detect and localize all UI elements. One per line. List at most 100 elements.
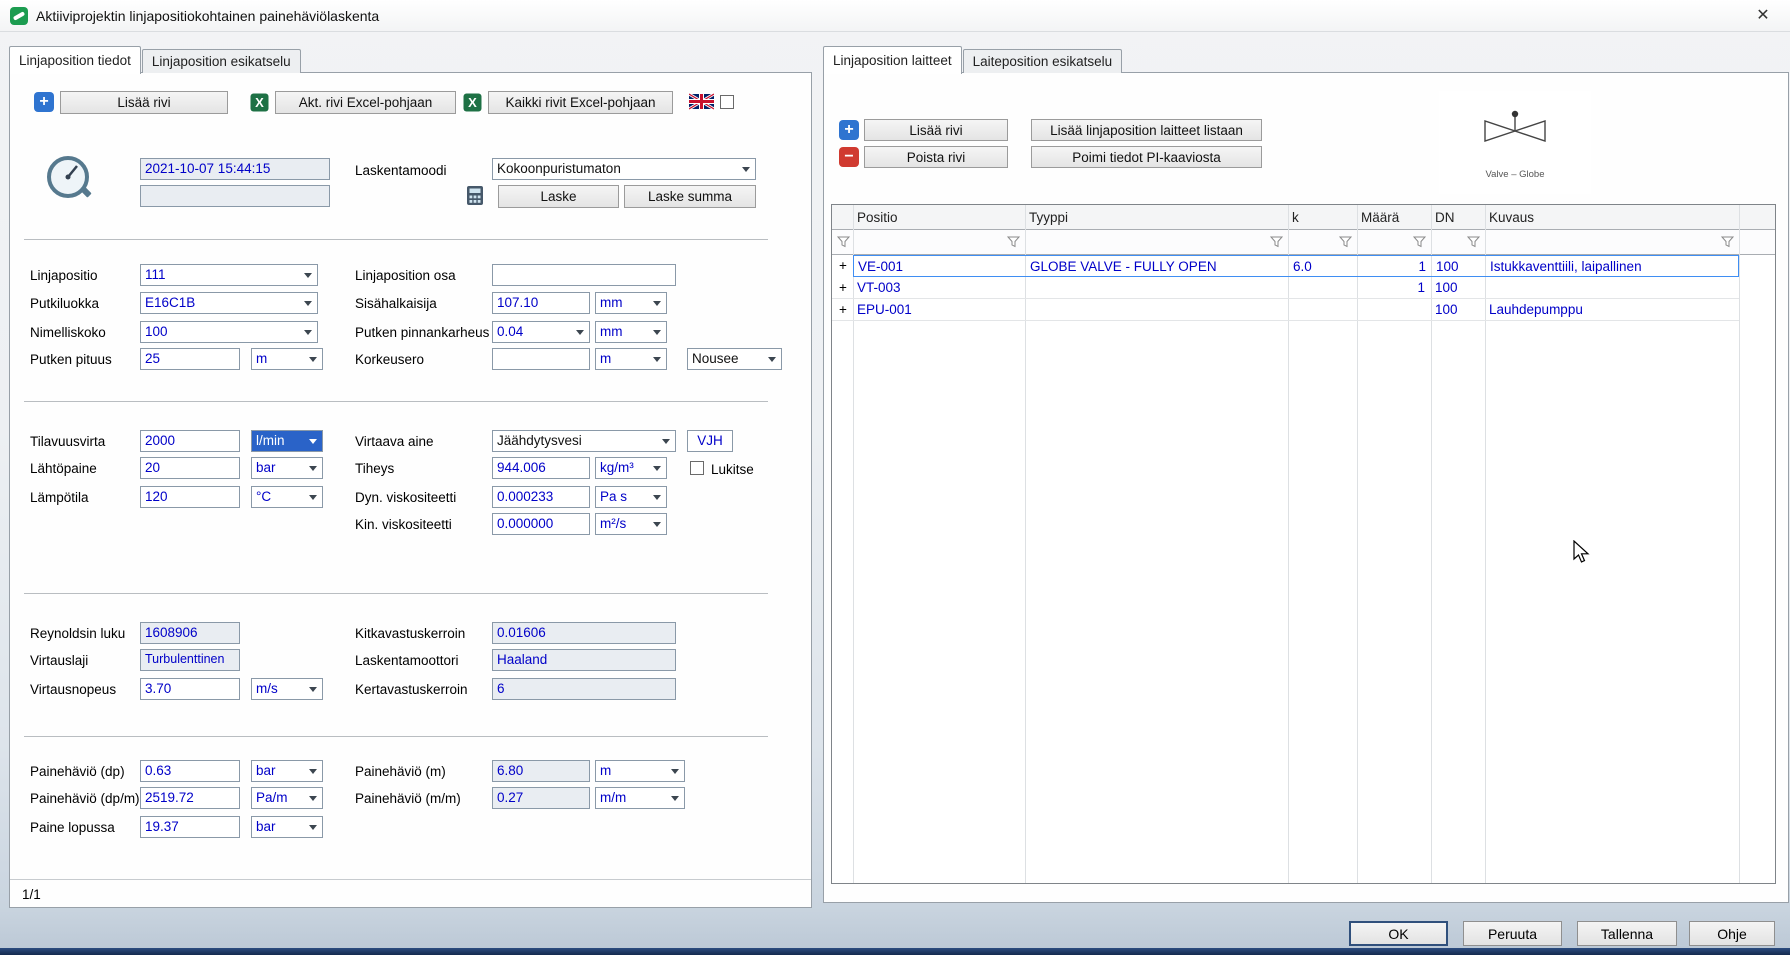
putken-pituus-field[interactable]: 25: [140, 348, 240, 370]
column-header-positio[interactable]: Positio: [857, 210, 898, 225]
tilavuusvirta-field[interactable]: 2000: [140, 430, 240, 452]
korkeusero-label: Korkeusero: [355, 351, 424, 368]
remove-device-row-button[interactable]: Poista rivi: [864, 146, 1008, 168]
linjaposition-osa-field[interactable]: [492, 264, 676, 286]
fluid-code-field: VJH: [687, 430, 733, 452]
paine-lopussa-field[interactable]: 19.37: [140, 816, 240, 838]
sisahalkaisija-unit-select[interactable]: mm: [595, 292, 667, 314]
pick-from-pid-button[interactable]: Poimi tiedot PI-kaaviosta: [1031, 146, 1262, 168]
painehavio-dp-unit-select[interactable]: bar: [251, 760, 323, 782]
filter-funnel-icon[interactable]: [1339, 236, 1352, 251]
add-device-icon[interactable]: +: [839, 120, 859, 140]
dyn-viskositeetti-unit-select[interactable]: Pa s: [595, 486, 667, 508]
painehavio-dp-label: Painehäviö (dp): [30, 763, 125, 780]
kin-viskositeetti-field[interactable]: 0.000000: [492, 513, 590, 535]
column-header-kuvaus[interactable]: Kuvaus: [1489, 210, 1534, 225]
cancel-button[interactable]: Peruuta: [1463, 921, 1562, 946]
putkiluokka-select[interactable]: E16C1B: [140, 292, 318, 314]
kin-viskositeetti-unit-select[interactable]: m²/s: [595, 513, 667, 535]
laskentamoottori-field: Haaland: [492, 649, 676, 671]
korkeusero-direction-select[interactable]: Nousee: [687, 348, 782, 370]
column-header-tyyppi[interactable]: Tyyppi: [1029, 210, 1068, 225]
filter-funnel-icon[interactable]: [1467, 236, 1480, 251]
korkeusero-unit-select[interactable]: m: [595, 348, 667, 370]
pinnankarheus-unit-select[interactable]: mm: [595, 321, 667, 343]
painehavio-dp-field[interactable]: 0.63: [140, 760, 240, 782]
add-row-button[interactable]: Lisää rivi: [60, 91, 228, 114]
lampotila-label: Lämpötila: [30, 489, 89, 506]
language-checkbox[interactable]: [720, 95, 734, 109]
lahtopaine-unit-select[interactable]: bar: [251, 457, 323, 479]
tilavuusvirta-label: Tilavuusvirta: [30, 433, 105, 450]
left-panel: + Lisää rivi X Akt. rivi Excel-pohjaan X…: [9, 72, 812, 908]
painehavio-m-field: 6.80: [492, 760, 590, 782]
painehavio-mm-unit-select[interactable]: m/m: [595, 787, 685, 809]
linjapositio-select[interactable]: 111: [140, 264, 318, 286]
separator: [10, 879, 811, 880]
help-button[interactable]: Ohje: [1689, 921, 1775, 946]
tab-laiteposition-esikatselu[interactable]: Laiteposition esikatselu: [963, 49, 1123, 73]
row-expander[interactable]: +: [839, 280, 847, 295]
tab-linjaposition-laitteet[interactable]: Linjaposition laitteet: [823, 46, 962, 74]
filter-funnel-icon[interactable]: [837, 236, 850, 251]
separator: [24, 401, 768, 402]
save-button[interactable]: Tallenna: [1577, 921, 1677, 946]
filter-funnel-icon[interactable]: [1413, 236, 1426, 251]
tilavuusvirta-unit-select[interactable]: l/min: [251, 430, 323, 452]
remove-device-icon[interactable]: −: [839, 147, 859, 167]
kitkavastuskerroin-label: Kitkavastuskerroin: [355, 625, 465, 642]
close-icon[interactable]: ✕: [1744, 0, 1782, 31]
table-row[interactable]: + VT-003 1 100: [832, 277, 1739, 299]
column-header-dn[interactable]: DN: [1435, 210, 1455, 225]
column-header-k[interactable]: k: [1292, 210, 1299, 225]
painehavio-dpm-unit-select[interactable]: Pa/m: [251, 787, 323, 809]
add-devices-to-list-button[interactable]: Lisää linjaposition laitteet listaan: [1031, 119, 1262, 141]
title-bar: Aktiiviprojektin linjapositiokohtainen p…: [0, 0, 1790, 32]
grid-vline: [1739, 205, 1740, 883]
excel-icon: X: [463, 93, 482, 115]
lahtopaine-label: Lähtöpaine: [30, 460, 97, 477]
row-expander[interactable]: +: [839, 302, 847, 317]
tab-linjaposition-tiedot[interactable]: Linjaposition tiedot: [9, 46, 141, 74]
cell-positio: VE-001: [858, 259, 903, 274]
virtaava-aine-select[interactable]: Jäähdytysvesi: [492, 430, 676, 452]
table-row[interactable]: VE-001 GLOBE VALVE - FULLY OPEN 6.0 1 10…: [853, 255, 1739, 277]
sisahalkaisija-field[interactable]: 107.10: [492, 292, 590, 314]
pinnankarheus-select[interactable]: 0.04: [492, 321, 590, 343]
laske-summa-button[interactable]: Laske summa: [624, 185, 756, 208]
lahtopaine-field[interactable]: 20: [140, 457, 240, 479]
virtaava-aine-label: Virtaava aine: [355, 433, 434, 450]
laske-button[interactable]: Laske: [498, 185, 619, 208]
filter-funnel-icon[interactable]: [1007, 236, 1020, 251]
dyn-viskositeetti-field[interactable]: 0.000233: [492, 486, 590, 508]
tiheys-field[interactable]: 944.006: [492, 457, 590, 479]
table-row[interactable]: + EPU-001 100 Lauhdepumppu: [832, 299, 1739, 321]
active-row-excel-button[interactable]: Akt. rivi Excel-pohjaan: [275, 91, 456, 114]
column-header-maara[interactable]: Määrä: [1361, 210, 1399, 225]
virtausnopeus-unit-select[interactable]: m/s: [251, 678, 323, 700]
add-device-row-button[interactable]: Lisää rivi: [864, 119, 1008, 141]
all-rows-excel-button[interactable]: Kaikki rivit Excel-pohjaan: [488, 91, 673, 114]
ok-button[interactable]: OK: [1349, 921, 1448, 946]
row-expander[interactable]: +: [839, 258, 847, 273]
valve-symbol-icon: [1475, 103, 1555, 158]
add-row-icon[interactable]: +: [34, 92, 54, 112]
cell-maara: 1: [1358, 259, 1426, 274]
virtausnopeus-field[interactable]: 3.70: [140, 678, 240, 700]
lampotila-unit-select[interactable]: °C: [251, 486, 323, 508]
filter-funnel-icon[interactable]: [1270, 236, 1283, 251]
painehavio-dpm-field[interactable]: 2519.72: [140, 787, 240, 809]
laskentamoodi-select[interactable]: Kokoonpuristumaton: [492, 158, 756, 180]
paine-lopussa-unit-select[interactable]: bar: [251, 816, 323, 838]
tab-linjaposition-esikatselu[interactable]: Linjaposition esikatselu: [142, 49, 301, 73]
nimelliskoko-select[interactable]: 100: [140, 321, 318, 343]
putken-pituus-label: Putken pituus: [30, 351, 112, 368]
putken-pituus-unit-select[interactable]: m: [251, 348, 323, 370]
korkeusero-field[interactable]: [492, 348, 590, 370]
filter-funnel-icon[interactable]: [1721, 236, 1734, 251]
lampotila-field[interactable]: 120: [140, 486, 240, 508]
lukitse-checkbox[interactable]: [690, 461, 704, 475]
painehavio-m-unit-select[interactable]: m: [595, 760, 685, 782]
cell-dn: 100: [1435, 302, 1458, 317]
tiheys-unit-select[interactable]: kg/m³: [595, 457, 667, 479]
